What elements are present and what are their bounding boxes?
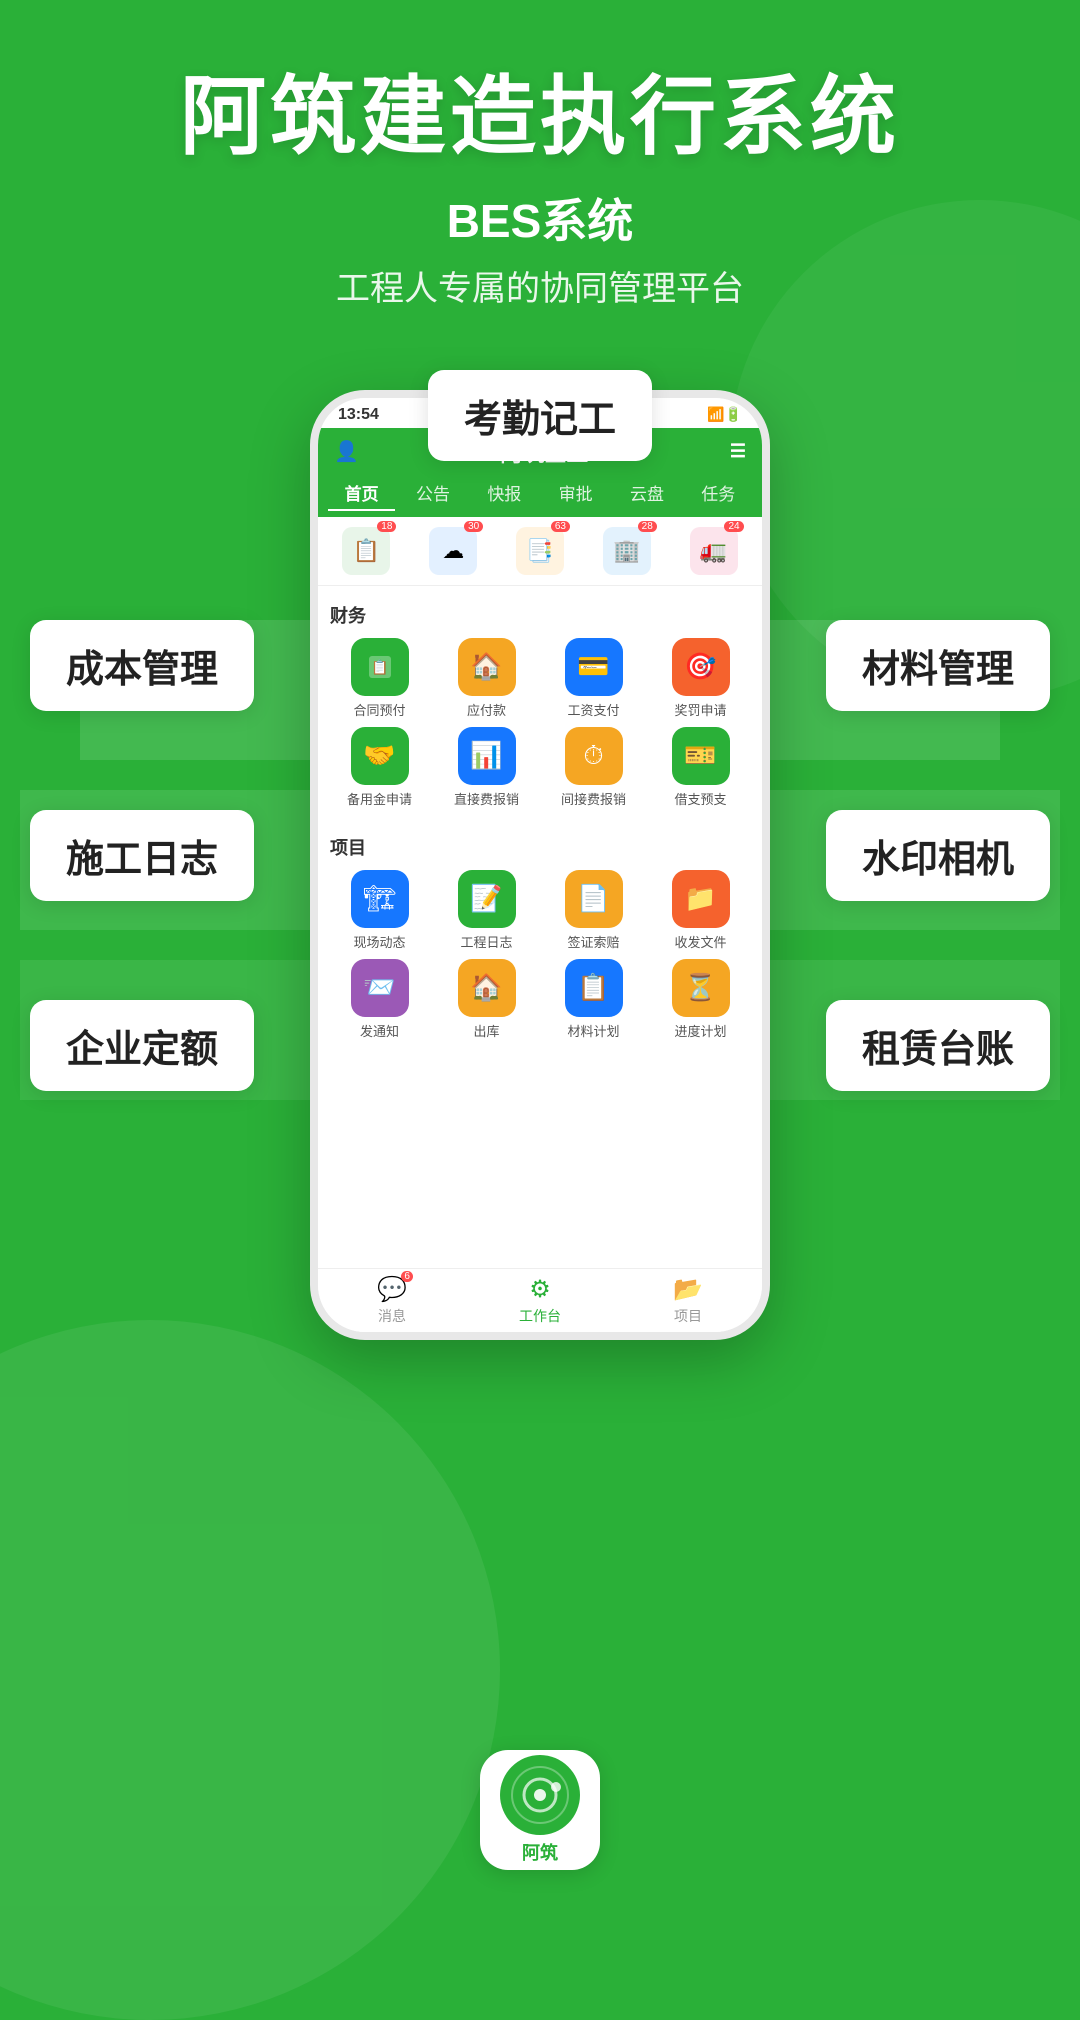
app-beiyong[interactable]: 🤝 备用金申请 (330, 727, 429, 808)
app-wenjian[interactable]: 📁 收发文件 (651, 870, 750, 951)
nav-project-label: 项目 (674, 1306, 702, 1326)
app-wenjian-label: 收发文件 (674, 932, 726, 951)
app-gongcheng-label: 工程日志 (460, 932, 512, 951)
feature-qiye: 企业定额 (30, 1000, 254, 1091)
phone-bottom-nav[interactable]: 💬 6 消息 ⚙ 工作台 📂 项目 (318, 1268, 762, 1332)
nav-workbench[interactable]: ⚙ 工作台 (466, 1275, 614, 1326)
app-jianfa-label: 奖罚申请 (674, 700, 726, 719)
shortcut-badge-5: 24 (724, 521, 743, 532)
app-chuku-label: 出库 (473, 1021, 499, 1040)
nav-message-label: 消息 (378, 1306, 406, 1326)
nav-workbench-label: 工作台 (519, 1306, 561, 1326)
app-desc: 工程人专属的协同管理平台 (0, 261, 1080, 310)
app-tongzhi[interactable]: 📨 发通知 (330, 959, 429, 1040)
logo-label: 阿筑 (522, 1839, 558, 1865)
phone-scroll-content[interactable]: 财务 📋 合同预付 🏠 应付款 (318, 586, 762, 1325)
message-icon: 💬 6 (377, 1275, 407, 1304)
shortcut-row: 📋 18 ☁ 30 📑 63 (318, 517, 762, 586)
workbench-icon: ⚙ (529, 1275, 551, 1304)
logo-circle (500, 1755, 580, 1835)
shortcut-badge-1: 18 (377, 521, 396, 532)
app-jianjie-label: 间接费报销 (561, 789, 626, 808)
app-gongcheng[interactable]: 📝 工程日志 (437, 870, 536, 951)
feature-kaoquin: 考勤记工 (428, 370, 652, 461)
feature-shigong: 施工日志 (30, 810, 254, 901)
app-cailiao[interactable]: 📋 材料计划 (544, 959, 643, 1040)
menu-icon: ☰ (730, 441, 746, 462)
app-qianzhen-label: 签证索赔 (567, 932, 619, 951)
header: 阿筑建造执行系统 BES系统 工程人专属的协同管理平台 (0, 0, 1080, 340)
svg-text:📋: 📋 (371, 659, 388, 676)
app-gongzi-label: 工资支付 (567, 700, 619, 719)
phone-time: 13:54 (338, 406, 379, 424)
project-section: 项目 🏗 现场动态 📝 工程日志 📄 签证索赔 (318, 824, 762, 1050)
app-xianchang[interactable]: 🏗 现场动态 (330, 870, 429, 951)
signal-icons: 📶🔋 (707, 406, 742, 423)
shortcut-badge-3: 63 (551, 521, 570, 532)
feature-cailiao: 材料管理 (826, 620, 1050, 711)
phone-screen: 13:54 📶🔋 👤 阿筑企业 ☰ 首页 公告 快报 审批 云盘 任务 (310, 390, 770, 1340)
app-heyuan-label: 合同预付 (353, 700, 405, 719)
app-jingdu[interactable]: ⏳ 进度计划 (651, 959, 750, 1040)
project-grid: 🏗 现场动态 📝 工程日志 📄 签证索赔 📁 (330, 870, 750, 1040)
shortcut-5[interactable]: 🚛 24 (690, 527, 738, 575)
project-title: 项目 (330, 834, 750, 860)
app-yifu-label: 应付款 (467, 700, 506, 719)
finance-title: 财务 (330, 602, 750, 628)
app-jiezhi-label: 借支预支 (674, 789, 726, 808)
tab-approve[interactable]: 审批 (542, 476, 609, 511)
tab-notice[interactable]: 公告 (399, 476, 466, 511)
app-jingdu-label: 进度计划 (674, 1021, 726, 1040)
app-zhijie[interactable]: 📊 直接费报销 (437, 727, 536, 808)
feature-zulin: 租赁台账 (826, 1000, 1050, 1091)
app-jianjie[interactable]: ⏱ 间接费报销 (544, 727, 643, 808)
feature-chengben: 成本管理 (30, 620, 254, 711)
app-gongzi[interactable]: 💳 工资支付 (544, 638, 643, 719)
tab-home[interactable]: 首页 (328, 476, 395, 511)
tab-cloud[interactable]: 云盘 (613, 476, 680, 511)
shortcut-badge-2: 30 (464, 521, 483, 532)
feature-area: 考勤记工 成本管理 材料管理 施工日志 水印相机 企业定额 租赁台账 13:54… (0, 340, 1080, 1640)
app-title: 阿筑建造执行系统 (0, 70, 1080, 165)
app-beiyong-label: 备用金申请 (347, 789, 412, 808)
shortcut-badge-4: 28 (638, 521, 657, 532)
phone-mockup: 13:54 📶🔋 👤 阿筑企业 ☰ 首页 公告 快报 审批 云盘 任务 (310, 390, 770, 1340)
app-qianzhen[interactable]: 📄 签证索赔 (544, 870, 643, 951)
app-zhijie-label: 直接费报销 (454, 789, 519, 808)
finance-section: 财务 📋 合同预付 🏠 应付款 (318, 592, 762, 818)
shortcut-2[interactable]: ☁ 30 (429, 527, 477, 575)
finance-grid: 📋 合同预付 🏠 应付款 💳 工资支付 (330, 638, 750, 808)
app-jiezhi[interactable]: 🎫 借支预支 (651, 727, 750, 808)
app-heyuan[interactable]: 📋 合同预付 (330, 638, 429, 719)
app-subtitle: BES系统 (0, 185, 1080, 251)
app-cailiao-label: 材料计划 (567, 1021, 619, 1040)
project-icon: 📂 (673, 1275, 703, 1304)
app-logo: 阿筑 (480, 1750, 600, 1870)
app-tongzhi-label: 发通知 (360, 1021, 399, 1040)
app-yifu[interactable]: 🏠 应付款 (437, 638, 536, 719)
shortcut-1[interactable]: 📋 18 (342, 527, 390, 575)
app-chuku[interactable]: 🏠 出库 (437, 959, 536, 1040)
app-jianfa[interactable]: 🎯 奖罚申请 (651, 638, 750, 719)
shortcut-3[interactable]: 📑 63 (516, 527, 564, 575)
shortcut-4[interactable]: 🏢 28 (603, 527, 651, 575)
app-xianchang-label: 现场动态 (353, 932, 405, 951)
nav-message[interactable]: 💬 6 消息 (318, 1275, 466, 1326)
nav-project[interactable]: 📂 项目 (614, 1275, 762, 1326)
feature-shuiyin: 水印相机 (826, 810, 1050, 901)
user-icon: 👤 (334, 439, 359, 464)
tab-task[interactable]: 任务 (685, 476, 752, 511)
phone-tabs[interactable]: 首页 公告 快报 审批 云盘 任务 (318, 476, 762, 517)
tab-report[interactable]: 快报 (471, 476, 538, 511)
